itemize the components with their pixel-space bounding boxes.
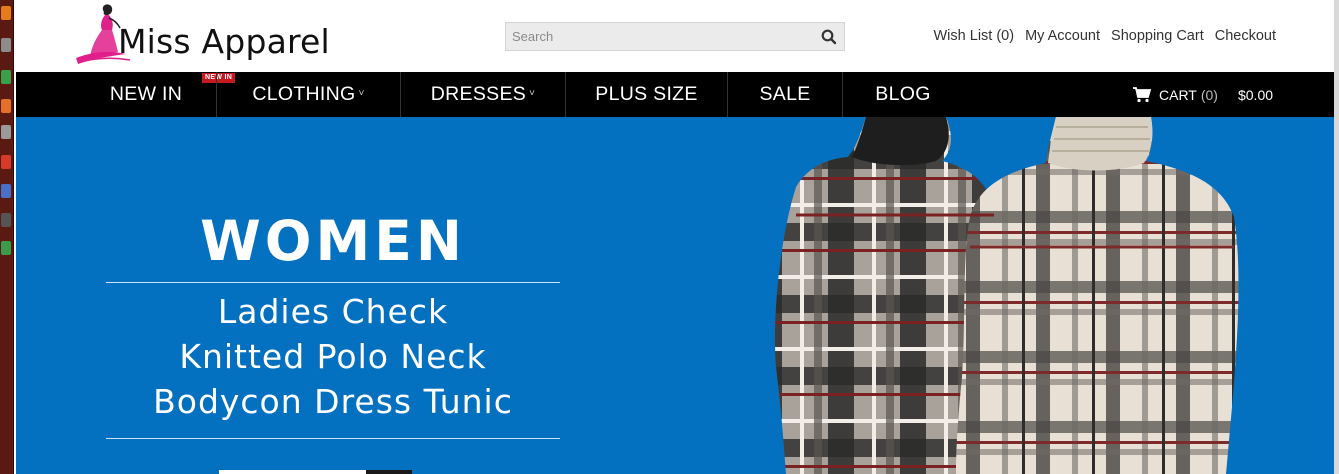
app-launcher-icon[interactable] [1, 184, 11, 198]
search-box [505, 22, 845, 51]
browser-page: Miss Apparel Wish List (0) My Account Sh… [0, 0, 1339, 474]
nav-item-blog[interactable]: BLOG [843, 72, 963, 117]
cart-label: CART [1159, 86, 1197, 103]
my-account-link[interactable]: My Account [1025, 28, 1100, 44]
nav-item-label: BLOG [875, 83, 931, 105]
nav-item-plus-size[interactable]: PLUS SIZE [566, 72, 727, 117]
search-input[interactable] [506, 23, 806, 50]
presentation-launcher-icon[interactable] [1, 99, 11, 113]
nav-item-label: CLOTHING [252, 83, 356, 105]
hero-subtitle-line-1: Ladies Check [217, 292, 449, 331]
chat-launcher-icon[interactable] [1, 241, 11, 255]
nav-cart[interactable]: CART (0) $0.00 [1133, 72, 1273, 117]
nav-item-label: PLUS SIZE [595, 83, 698, 105]
document-launcher-icon[interactable] [1, 70, 11, 84]
site-header: Miss Apparel Wish List (0) My Account Sh… [16, 0, 1334, 72]
hero-subtitle-line-2: Knitted Polo Neck [179, 337, 487, 376]
hero-divider-top [106, 282, 560, 283]
hero-subtitle-line-3: Bodycon Dress Tunic [153, 382, 513, 421]
shop-now-button-arrow[interactable] [366, 470, 412, 474]
shopping-cart-icon [1133, 86, 1151, 102]
logo-text: Miss Apparel [118, 22, 330, 61]
main-nav: NEW IN NEW IN CLOTHING ˅ DRESSES ˅ PLUS … [16, 72, 1334, 117]
nav-item-label: DRESSES [430, 83, 527, 105]
cart-total: $0.00 [1237, 86, 1274, 103]
wishlist-link[interactable]: Wish List (0) [934, 28, 1015, 44]
checkout-link[interactable]: Checkout [1215, 28, 1276, 44]
nav-item-clothing[interactable]: CLOTHING ˅ [217, 72, 400, 117]
hero-divider-bottom [106, 438, 560, 439]
nav-item-new-in[interactable]: NEW IN [76, 72, 216, 117]
hero-banner[interactable]: WOMEN Ladies Check Knitted Polo Neck Bod… [16, 117, 1334, 474]
account-links: Wish List (0) My Account Shopping Cart C… [934, 28, 1277, 44]
hero-title: WOMEN [200, 209, 466, 273]
nav-item-dresses[interactable]: DRESSES ˅ [401, 72, 565, 117]
cart-count: (0) [1200, 86, 1218, 103]
terminal-launcher-icon[interactable] [1, 213, 11, 227]
settings-launcher-icon[interactable] [1, 125, 11, 139]
page-scrollbar[interactable] [1334, 0, 1339, 474]
site-logo[interactable]: Miss Apparel [74, 2, 364, 68]
nav-item-label: NEW IN [109, 83, 183, 105]
os-dock [0, 0, 14, 474]
nav-item-label: SALE [759, 83, 811, 105]
search-icon[interactable] [820, 28, 838, 46]
nav-item-sale[interactable]: SALE [728, 72, 842, 117]
hero-product-image [774, 117, 1239, 474]
shopping-cart-link[interactable]: Shopping Cart [1111, 28, 1204, 44]
software-launcher-icon[interactable] [1, 155, 11, 169]
chevron-down-icon: ˅ [529, 87, 536, 99]
files-launcher-icon[interactable] [1, 38, 11, 52]
browser-launcher-icon[interactable] [1, 6, 11, 20]
chevron-down-icon: ˅ [358, 87, 365, 99]
